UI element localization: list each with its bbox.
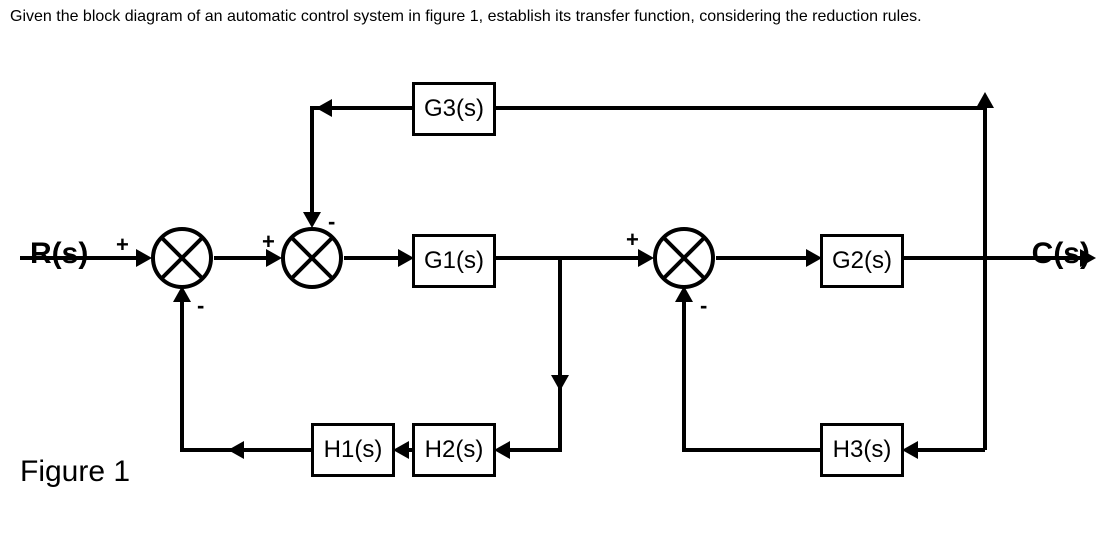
wire — [344, 256, 402, 260]
block-h2: H2(s) — [412, 423, 496, 477]
wire — [496, 106, 987, 110]
arrow-up-icon — [173, 286, 191, 302]
wire — [904, 256, 1090, 260]
wire — [214, 256, 270, 260]
input-label: R(s) — [30, 237, 88, 271]
sign-minus: - — [197, 295, 204, 317]
arrow-right-icon — [266, 249, 282, 267]
wire — [180, 448, 311, 452]
sign-plus: + — [116, 234, 129, 256]
arrow-right-icon — [806, 249, 822, 267]
arrow-down-icon — [551, 375, 569, 391]
arrow-right-icon — [638, 249, 654, 267]
wire — [558, 256, 562, 450]
wire — [496, 256, 642, 260]
figure-caption: Figure 1 — [20, 455, 130, 489]
sign-plus: + — [626, 229, 639, 251]
arrow-up-icon — [675, 286, 693, 302]
wire — [310, 106, 314, 216]
arrow-left-icon — [494, 441, 510, 459]
wire — [510, 448, 562, 452]
block-h3: H3(s) — [820, 423, 904, 477]
block-g3: G3(s) — [412, 82, 496, 136]
arrow-right-icon — [136, 249, 152, 267]
summing-junction-3 — [652, 226, 716, 290]
arrow-left-icon — [902, 441, 918, 459]
wire — [983, 106, 987, 260]
wire — [682, 300, 686, 452]
arrow-right-icon — [1080, 249, 1096, 267]
sign-minus: - — [700, 295, 707, 317]
wire — [20, 256, 140, 260]
arrow-left-icon — [393, 441, 409, 459]
arrow-left-icon — [228, 441, 244, 459]
block-diagram: R(s) C(s) Figure 1 + - + - + - G3(s) G1(… — [0, 0, 1118, 539]
block-g1: G1(s) — [412, 234, 496, 288]
wire — [682, 448, 820, 452]
arrow-down-icon — [303, 212, 321, 228]
summing-junction-2 — [280, 226, 344, 290]
block-g2: G2(s) — [820, 234, 904, 288]
wire — [983, 256, 987, 450]
sign-minus: - — [328, 211, 335, 233]
wire — [180, 300, 184, 452]
block-h1: H1(s) — [311, 423, 395, 477]
wire — [716, 256, 810, 260]
wire — [918, 448, 985, 452]
arrow-left-icon — [316, 99, 332, 117]
arrow-right-icon — [398, 249, 414, 267]
summing-junction-1 — [150, 226, 214, 290]
